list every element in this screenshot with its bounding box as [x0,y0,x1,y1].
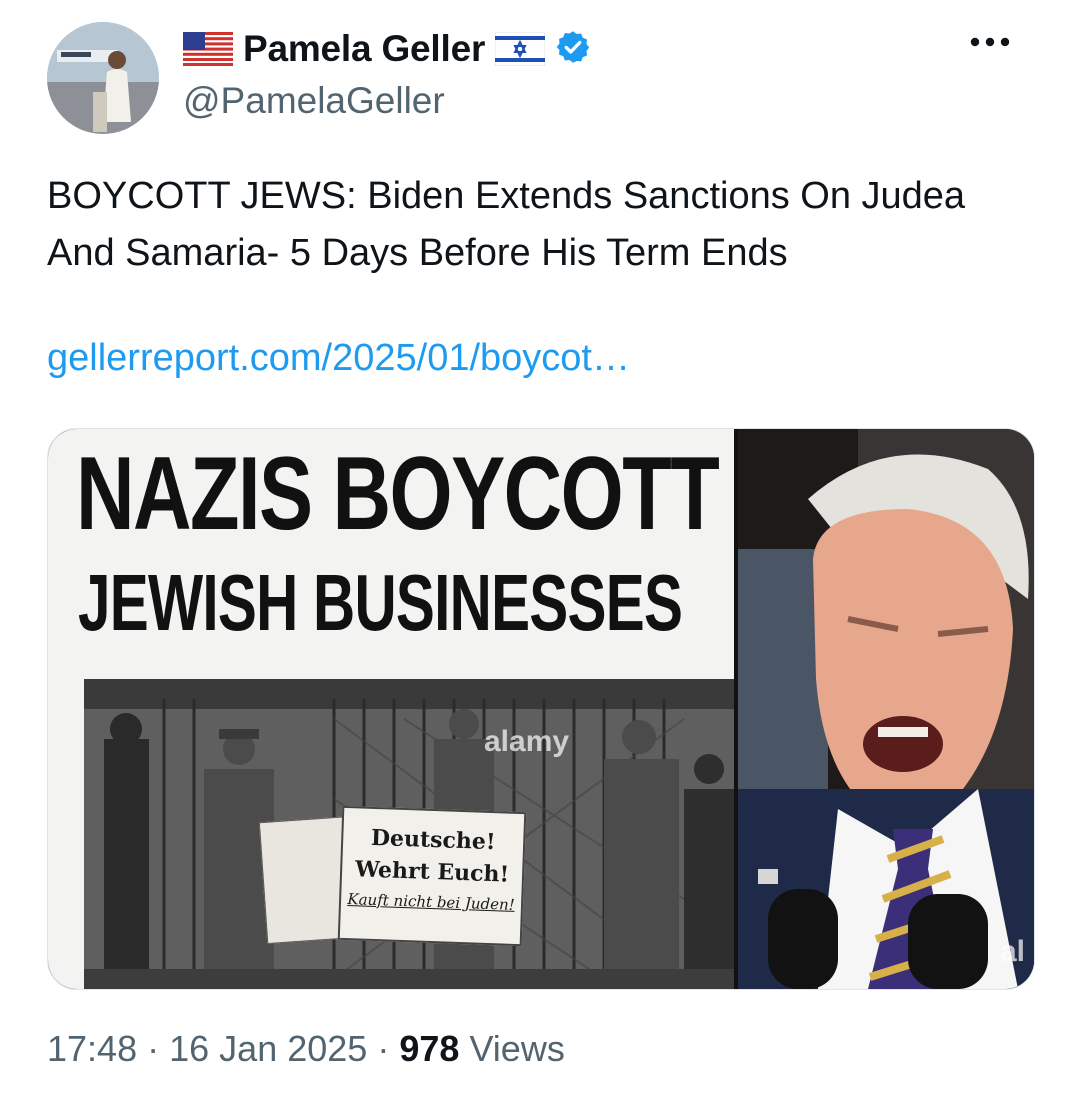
author-handle[interactable]: @PamelaGeller [183,80,445,122]
sign-line-1: Deutsche! [370,824,497,856]
us-flag-icon [183,32,233,66]
tweet-link[interactable]: gellerreport.com/2025/01/boycot… [47,337,630,380]
tweet-text: BOYCOTT JEWS: Biden Extends Sanctions On… [47,175,966,274]
tweet: Pamela Geller @PamelaGeller BOYCOTT JEWS… [0,0,1080,1099]
more-options-icon[interactable] [968,32,1012,52]
media-image-left[interactable]: NAZIS BOYCOTT JEWISH BUSINESSES Deutsche… [48,429,734,989]
author-name-row: Pamela Geller [183,26,591,72]
separator: · [147,1028,160,1069]
tweet-time[interactable]: 17:48 [47,1028,137,1069]
tweet-media[interactable]: NAZIS BOYCOTT JEWISH BUSINESSES Deutsche… [47,428,1035,990]
views-label[interactable]: Views [469,1028,564,1069]
protest-sign: Deutsche! Wehrt Euch! Kauft nicht bei Ju… [337,805,527,947]
tweet-date[interactable]: 16 Jan 2025 [169,1028,367,1069]
author-display-name[interactable]: Pamela Geller [243,28,485,70]
tweet-metadata: 17:48 · 16 Jan 2025 · 978 Views [47,1028,565,1070]
separator: · [377,1028,390,1069]
israel-flag-icon [494,31,546,67]
media-image-right[interactable]: al [738,429,1034,989]
image-headline-1: NAZIS BOYCOTT [76,436,720,552]
verified-badge-icon [555,29,591,70]
watermark-left: alamy [484,725,570,758]
image-headline-2: JEWISH BUSINESSES [78,558,683,647]
sign-line-3: Kauft nicht bei Juden! [347,890,516,914]
watermark-right: al [1000,935,1026,968]
views-count[interactable]: 978 [399,1028,459,1069]
author-avatar[interactable] [47,22,159,134]
sign-line-2: Wehrt Euch! [354,856,510,888]
